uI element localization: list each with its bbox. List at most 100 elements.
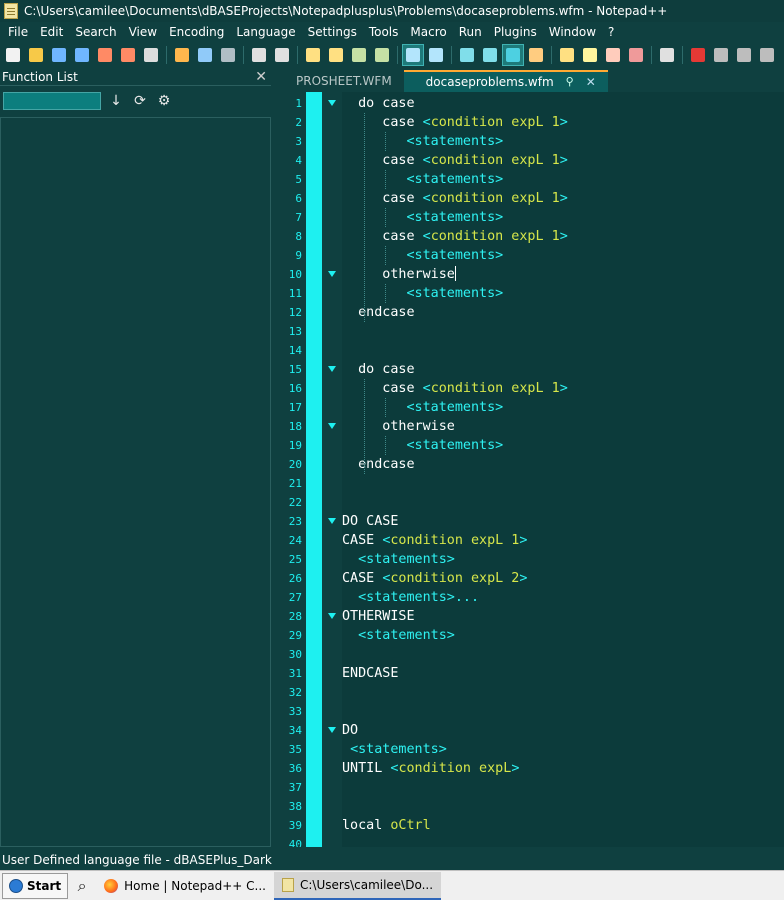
code-line[interactable]: do case: [342, 360, 784, 379]
code-line[interactable]: <statements>...: [342, 588, 784, 607]
tab-prosheet[interactable]: PROSHEET.WFM: [276, 70, 404, 92]
code-line[interactable]: <statements>: [342, 132, 784, 151]
code-line[interactable]: <statements>: [342, 436, 784, 455]
code-line[interactable]: <statements>: [342, 208, 784, 227]
close-button[interactable]: [94, 44, 116, 66]
menu-settings[interactable]: Settings: [302, 22, 363, 42]
code-area[interactable]: do case case <condition expL 1> <stateme…: [342, 92, 784, 847]
menu-encoding[interactable]: Encoding: [163, 22, 230, 42]
code-line[interactable]: [342, 645, 784, 664]
cut-button[interactable]: [171, 44, 193, 66]
code-line[interactable]: [342, 778, 784, 797]
save-all-button[interactable]: [71, 44, 93, 66]
zoom-out-button[interactable]: [371, 44, 393, 66]
code-line[interactable]: local oCtrl: [342, 816, 784, 835]
menu-edit[interactable]: Edit: [34, 22, 69, 42]
code-line[interactable]: endcase: [342, 455, 784, 474]
code-line[interactable]: case <condition expL 1>: [342, 379, 784, 398]
code-line[interactable]: otherwise: [342, 417, 784, 436]
taskbar-item-notepadpp[interactable]: C:\Users\camilee\Do...: [274, 871, 442, 900]
run-macro-multiple-button[interactable]: [756, 44, 778, 66]
print-button[interactable]: [140, 44, 162, 66]
record-macro-button[interactable]: [687, 44, 709, 66]
menu-language[interactable]: Language: [230, 22, 301, 42]
function-list-search-input[interactable]: [3, 92, 101, 110]
redo-button[interactable]: [271, 44, 293, 66]
play-macro-button[interactable]: [733, 44, 755, 66]
fold-toggle-icon[interactable]: [328, 423, 336, 429]
code-line[interactable]: [342, 683, 784, 702]
pin-icon[interactable]: ⚲: [566, 72, 574, 92]
fold-toggle-icon[interactable]: [328, 100, 336, 106]
code-line[interactable]: [342, 322, 784, 341]
stop-macro-button[interactable]: [710, 44, 732, 66]
fold-toggle-icon[interactable]: [328, 613, 336, 619]
menu-tools[interactable]: Tools: [363, 22, 405, 42]
code-line[interactable]: DO: [342, 721, 784, 740]
code-line[interactable]: OTHERWISE: [342, 607, 784, 626]
search-icon[interactable]: ⌕: [68, 873, 96, 899]
editor[interactable]: 1 2 3 4 5 6 7 8 9 10 11 12 13 14 15 16 17 18 19 20 21 22 23 24 2…: [276, 92, 784, 847]
refresh-icon[interactable]: ⟳: [131, 93, 149, 109]
fold-toggle-icon[interactable]: [328, 271, 336, 277]
sync-horizontal-button[interactable]: [425, 44, 447, 66]
save-button[interactable]: [48, 44, 70, 66]
fold-toggle-icon[interactable]: [328, 727, 336, 733]
code-line[interactable]: [342, 797, 784, 816]
indent-guide-button[interactable]: [502, 44, 524, 66]
folder-as-workspace-button[interactable]: [556, 44, 578, 66]
open-file-button[interactable]: [25, 44, 47, 66]
code-line[interactable]: CASE <condition expL 2>: [342, 569, 784, 588]
menu-run[interactable]: Run: [453, 22, 488, 42]
doc-map-button[interactable]: [602, 44, 624, 66]
code-line[interactable]: UNTIL <condition expL>: [342, 759, 784, 778]
undo-button[interactable]: [248, 44, 270, 66]
code-line[interactable]: CASE <condition expL 1>: [342, 531, 784, 550]
code-line[interactable]: otherwise: [342, 265, 784, 284]
monitoring-button[interactable]: [656, 44, 678, 66]
menu-plugins[interactable]: Plugins: [488, 22, 543, 42]
bookmark-margin[interactable]: [306, 92, 322, 847]
close-tab-icon[interactable]: ✕: [586, 72, 596, 92]
language-button[interactable]: [525, 44, 547, 66]
code-line[interactable]: ENDCASE: [342, 664, 784, 683]
start-button[interactable]: Start: [2, 872, 69, 899]
menu-window[interactable]: Window: [543, 22, 602, 42]
code-line[interactable]: [342, 341, 784, 360]
code-line[interactable]: <statements>: [342, 740, 784, 759]
code-line[interactable]: <statements>: [342, 246, 784, 265]
menu-macro[interactable]: Macro: [404, 22, 452, 42]
code-line[interactable]: <statements>: [342, 626, 784, 645]
settings-icon[interactable]: ⚙: [155, 93, 173, 109]
code-line[interactable]: [342, 474, 784, 493]
code-line[interactable]: DO CASE: [342, 512, 784, 531]
code-line[interactable]: [342, 702, 784, 721]
code-line[interactable]: case <condition expL 1>: [342, 151, 784, 170]
code-line[interactable]: case <condition expL 1>: [342, 189, 784, 208]
function-list-tree[interactable]: [0, 117, 271, 847]
menu-file[interactable]: File: [2, 22, 34, 42]
code-line[interactable]: endcase: [342, 303, 784, 322]
fold-toggle-icon[interactable]: [328, 518, 336, 524]
show-all-chars-button[interactable]: [479, 44, 501, 66]
copy-button[interactable]: [194, 44, 216, 66]
close-icon[interactable]: ✕: [255, 70, 267, 84]
code-line[interactable]: [342, 493, 784, 512]
menu-search[interactable]: Search: [69, 22, 122, 42]
code-line[interactable]: <statements>: [342, 170, 784, 189]
function-list-button[interactable]: [579, 44, 601, 66]
taskbar-item-firefox[interactable]: Home | Notepad++ C...: [96, 872, 274, 900]
doc-list-button[interactable]: [625, 44, 647, 66]
code-line[interactable]: case <condition expL 1>: [342, 227, 784, 246]
replace-button[interactable]: [325, 44, 347, 66]
fold-toggle-icon[interactable]: [328, 366, 336, 372]
word-wrap-button[interactable]: [456, 44, 478, 66]
menu-help[interactable]: ?: [602, 22, 620, 42]
close-all-button[interactable]: [117, 44, 139, 66]
zoom-in-button[interactable]: [348, 44, 370, 66]
sync-vertical-button[interactable]: [402, 44, 424, 66]
code-line[interactable]: case <condition expL 1>: [342, 113, 784, 132]
code-line[interactable]: <statements>: [342, 284, 784, 303]
tab-docaseproblems[interactable]: docaseproblems.wfm ⚲ ✕: [403, 70, 608, 92]
find-button[interactable]: [302, 44, 324, 66]
